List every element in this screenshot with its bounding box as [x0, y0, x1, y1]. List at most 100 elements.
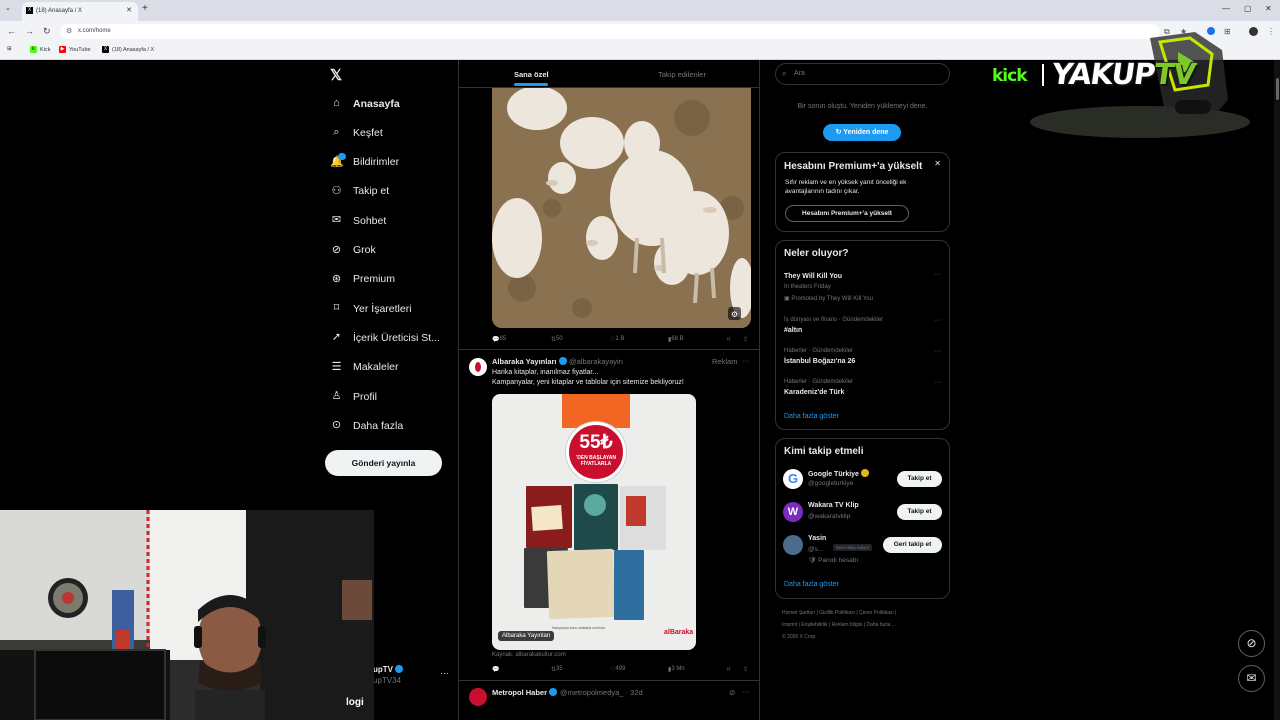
back-icon[interactable]: ←	[7, 26, 16, 36]
wakara-logo-icon[interactable]: W	[783, 502, 803, 522]
footer-link[interactable]: Çerez Politikası	[859, 610, 894, 616]
avatar[interactable]	[469, 358, 487, 376]
tweet-media-promo-image[interactable]: 55₺ 'DEN BAŞLAYAN FİYATLARLA Kampanya so…	[492, 394, 696, 650]
nav-item-article[interactable]: ☰ Makaleler	[330, 361, 399, 374]
tweet-author-handle[interactable]: @albarakayayin	[569, 357, 623, 366]
bookmark-x-home[interactable]: X (18) Anasayfa / X	[102, 46, 154, 53]
error-message: Bir sorun oluştu. Yeniden yüklemeyi dene…	[797, 103, 928, 110]
suggested-user-name[interactable]: Yasin	[808, 535, 826, 542]
premium-upgrade-button[interactable]: Hesabını Premium+'a yükselt	[785, 205, 909, 222]
google-logo-icon[interactable]: G	[783, 469, 803, 489]
who-to-follow-show-more-link[interactable]: Daha fazla göster	[784, 581, 839, 588]
follow-back-button[interactable]: Geri takip et	[883, 537, 942, 553]
nav-item-search[interactable]: ⌕ Keşfet	[330, 126, 382, 139]
tweet-divider	[459, 680, 759, 681]
site-info-icon[interactable]: ⚙	[66, 27, 72, 35]
trend-more-icon[interactable]: ···	[934, 271, 941, 278]
apps-icon[interactable]: ⊞	[7, 46, 12, 52]
new-tab-icon[interactable]: +	[142, 3, 148, 14]
suggested-user-name[interactable]: Wakara TV Klip	[808, 502, 859, 509]
more-circle-icon: ⊙	[331, 419, 342, 432]
avatar[interactable]	[469, 688, 487, 706]
nav-item-x-premium[interactable]: ⊛ Premium	[330, 273, 395, 286]
follow-button[interactable]: Takip et	[897, 504, 942, 520]
avatar[interactable]	[783, 535, 803, 555]
tab-following[interactable]: Takip edilenler	[658, 70, 706, 79]
window-close-icon[interactable]: ✕	[1265, 4, 1272, 13]
views-button[interactable]: ▮ 3 Mn	[668, 666, 685, 673]
views-button[interactable]: ▮ 68 B	[668, 336, 684, 343]
bookmark-icon[interactable]: ⌑	[727, 336, 730, 343]
retweet-button[interactable]: ⇅ 50	[551, 336, 563, 343]
tweet-author-name[interactable]: Albaraka Yayınları	[492, 357, 567, 366]
forward-icon[interactable]: →	[25, 26, 34, 36]
browser-tab[interactable]: X (18) Anasayfa / X ✕	[22, 2, 138, 21]
retry-button[interactable]: ↻ Yeniden dene	[823, 124, 901, 141]
bookmark-kick[interactable]: k Kick	[30, 46, 50, 53]
bookmark-youtube[interactable]: ▶ YouTube	[59, 46, 91, 53]
nav-item-more-circle[interactable]: ⊙ Daha fazla	[330, 419, 403, 432]
tab-for-you[interactable]: Sana özel	[514, 70, 549, 79]
suggested-user-name[interactable]: Google Türkiye	[808, 469, 869, 478]
bookmark-icon[interactable]: ⌑	[727, 666, 730, 673]
nav-item-grok[interactable]: ⊘ Grok	[330, 244, 376, 257]
grok-float-button[interactable]: ⊘	[1238, 630, 1265, 657]
nav-item-rocket[interactable]: ➚ İçerik Üreticisi St...	[330, 331, 440, 344]
reload-icon[interactable]: ↻	[43, 26, 51, 36]
tweet-author-handle[interactable]: @metropolmedya_ · 32d	[560, 688, 643, 697]
share-icon[interactable]: ⇪	[743, 666, 748, 673]
tab-search-icon[interactable]: ⌄	[5, 4, 11, 12]
trend-title[interactable]: They Will Kill You	[784, 273, 842, 280]
trend-title[interactable]: #altın	[784, 327, 802, 334]
minimize-icon[interactable]: —	[1222, 4, 1230, 13]
footer-link[interactable]: Hizmet Şartları	[782, 610, 815, 616]
kick-logo: kick	[992, 66, 1028, 86]
nav-item-person-plus[interactable]: ⚇ Takip et	[330, 185, 390, 198]
trend-more-icon[interactable]: ···	[934, 348, 941, 355]
nav-item-label: Bildirimler	[353, 156, 400, 169]
trends-show-more-link[interactable]: Daha fazla göster	[784, 413, 839, 420]
close-icon[interactable]: ✕	[934, 159, 941, 168]
share-icon[interactable]: ⇪	[743, 336, 748, 343]
footer-link[interactable]: Imprint	[782, 622, 797, 628]
verified-icon	[549, 688, 558, 696]
post-button[interactable]: Gönderi yayınla	[325, 450, 442, 476]
footer-link[interactable]: Reklam bilgisi	[832, 622, 863, 628]
trend-title[interactable]: Karadeniz'de Türk	[784, 389, 844, 396]
tab-close-icon[interactable]: ✕	[126, 6, 132, 14]
tweet-author-name[interactable]: Metropol Haber	[492, 688, 558, 697]
trend-context: Haberler · Gündemdekiler	[784, 348, 854, 354]
grok-icon[interactable]: ⊘	[729, 688, 735, 697]
messages-float-button[interactable]: ✉	[1238, 665, 1265, 692]
search-input[interactable]: ⌕ Ara	[775, 63, 950, 85]
maximize-icon[interactable]: ▢	[1244, 4, 1252, 13]
trend-more-icon[interactable]: ···	[934, 379, 941, 386]
tweet-more-icon[interactable]: ···	[742, 356, 750, 365]
tweet-media-sheep-photo[interactable]: ⚙	[492, 88, 751, 328]
sheep-photo: ⚙	[492, 88, 751, 328]
reply-button[interactable]: 💬	[492, 666, 499, 673]
account-name[interactable]: upTV	[373, 665, 403, 674]
x-logo-icon[interactable]: 𝕏	[330, 66, 342, 84]
reply-button[interactable]: 💬 85	[492, 336, 506, 343]
suggested-user-handle: @googleturkiye	[808, 480, 854, 487]
tweet-more-icon[interactable]: ···	[742, 687, 750, 696]
like-button[interactable]: ♡ 499	[610, 666, 625, 673]
scrollbar-thumb[interactable]	[1276, 78, 1279, 100]
nav-item-bookmark[interactable]: ⌑ Yer İşaretleri	[330, 302, 412, 315]
nav-item-envelope[interactable]: ✉ Sohbet	[330, 214, 386, 227]
account-more-icon[interactable]: ···	[440, 668, 449, 678]
trend-more-icon[interactable]: ···	[934, 317, 941, 324]
scrollbar[interactable]	[1274, 60, 1280, 720]
retweet-button[interactable]: ⇅ 35	[551, 666, 563, 673]
footer-link[interactable]: Gizlilik Politikası	[819, 610, 855, 616]
like-button[interactable]: ♡ 1 B	[610, 336, 624, 343]
footer-link[interactable]: Erişilebilirlik	[801, 622, 827, 628]
nav-item-person[interactable]: ♙ Profil	[330, 390, 377, 403]
follow-button[interactable]: Takip et	[897, 471, 942, 487]
nav-item-home[interactable]: ⌂ Anasayfa	[330, 97, 400, 110]
ad-label: Reklam	[712, 357, 738, 366]
trend-title[interactable]: İstanbul Boğazı'na 26	[784, 358, 855, 365]
ad-source-link[interactable]: Kaynak: albarakakultur.com	[492, 652, 566, 658]
footer-link[interactable]: Daha fazla ...	[866, 622, 895, 628]
